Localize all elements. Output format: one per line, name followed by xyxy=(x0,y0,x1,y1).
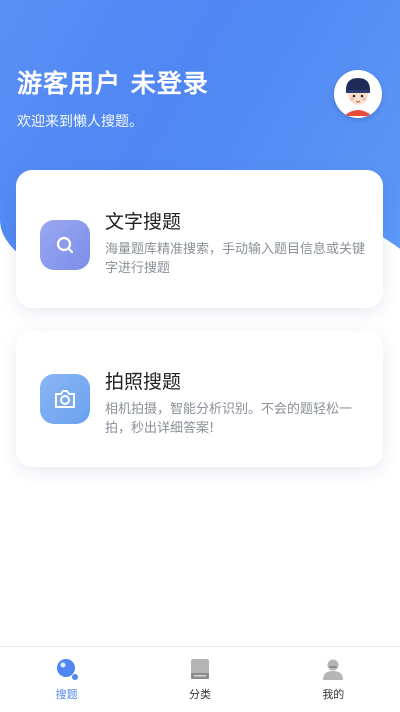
photo-search-title: 拍照搜题 xyxy=(105,371,182,393)
tab-mine[interactable]: 我的 xyxy=(267,647,400,712)
photo-search-card[interactable]: 拍照搜题 相机拍摄，智能分析识别。不会的题轻松一拍，秒出详细答案! xyxy=(16,331,383,467)
camera-icon xyxy=(40,374,90,424)
greeting-subtitle: 欢迎来到懒人搜题。 xyxy=(17,114,143,130)
user-icon xyxy=(319,655,347,683)
book-icon xyxy=(186,655,214,683)
tab-mine-label: 我的 xyxy=(322,688,345,701)
tab-category-label: 分类 xyxy=(188,688,211,701)
tab-search[interactable]: 搜题 xyxy=(0,647,133,712)
text-search-description: 海量题库精准搜索，手动输入题目信息或关键字进行搜题 xyxy=(105,242,366,276)
avatar-illustration xyxy=(334,70,382,118)
tab-category[interactable]: 分类 xyxy=(133,647,266,712)
greeting-title: 游客用户 未登录 xyxy=(17,69,209,98)
avatar[interactable] xyxy=(334,70,382,118)
text-search-title: 文字搜题 xyxy=(105,211,182,233)
search-icon xyxy=(40,220,90,270)
text-search-card[interactable]: 文字搜题 海量题库精准搜索，手动输入题目信息或关键字进行搜题 xyxy=(16,170,383,308)
photo-search-description: 相机拍摄，智能分析识别。不会的题轻松一拍，秒出详细答案! xyxy=(105,402,353,436)
search-tab-icon xyxy=(53,655,81,683)
tab-search-label: 搜题 xyxy=(55,688,78,701)
bottom-tab-bar: 搜题 分类 我的 xyxy=(0,646,400,712)
